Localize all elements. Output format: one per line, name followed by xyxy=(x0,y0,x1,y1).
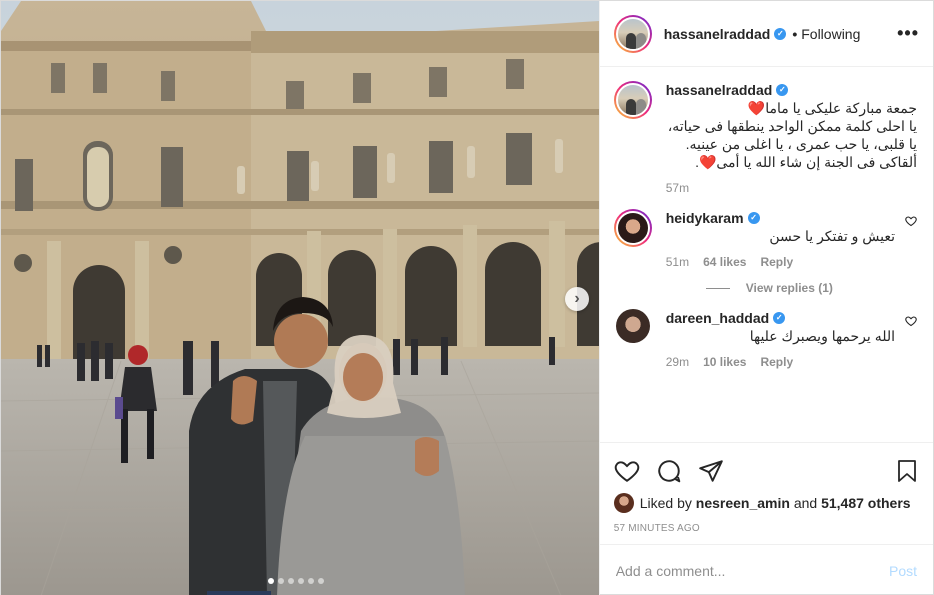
comment-item: dareen_haddad ✓ الله يرحمها ويصبرك عليها … xyxy=(614,309,917,369)
comments-list[interactable]: hassanelraddad ✓ جمعة مباركة عليكى يا مام… xyxy=(600,67,933,442)
comment-reply-button[interactable]: Reply xyxy=(760,255,793,269)
comment-like-heart-icon[interactable] xyxy=(905,215,917,227)
commenter-avatar[interactable] xyxy=(613,209,652,247)
separator-dot: • xyxy=(792,25,798,42)
liker-username[interactable]: nesreen_amin xyxy=(696,495,790,511)
carousel-dots xyxy=(1,578,599,584)
caption-meta: 57m xyxy=(666,181,917,195)
carousel-next-button[interactable]: › xyxy=(565,287,589,311)
caption-time[interactable]: 57m xyxy=(666,181,689,195)
post-photo[interactable]: › xyxy=(1,1,599,595)
post-comment-button[interactable]: Post xyxy=(889,563,917,579)
liker-avatar[interactable] xyxy=(613,493,634,513)
comment-likes[interactable]: 64 likes xyxy=(703,255,746,269)
following-button[interactable]: Following xyxy=(801,26,860,42)
comment-reply-button[interactable]: Reply xyxy=(760,355,793,369)
instagram-post: › hassanelraddad ✓ • Following ••• hassa… xyxy=(0,0,934,595)
liked-and-label: and xyxy=(793,495,818,511)
action-icons xyxy=(614,451,919,491)
liked-by-row: Liked by nesreen_amin and 51,487 others xyxy=(613,493,919,513)
comment-likes[interactable]: 10 likes xyxy=(703,355,746,369)
view-replies-button[interactable]: View replies (1) xyxy=(705,281,917,295)
verified-badge-icon: ✓ xyxy=(747,212,760,224)
comment-meta: 29m 10 likes Reply xyxy=(666,355,895,369)
comment-text: الله يرحمها ويصبرك عليها xyxy=(749,328,895,344)
comment-text: تعيش و تفتكر يا حسن xyxy=(769,228,895,244)
verified-badge-icon: ✓ xyxy=(774,27,787,40)
carousel-dot xyxy=(277,578,284,584)
author-avatar[interactable] xyxy=(613,14,652,53)
share-paper-plane-icon[interactable] xyxy=(698,458,724,484)
post-timestamp[interactable]: 57 MINUTES AGO xyxy=(614,523,919,534)
author-username[interactable]: hassanelraddad xyxy=(664,26,771,42)
commenter-avatar[interactable] xyxy=(615,309,650,343)
caption-author-avatar[interactable] xyxy=(613,81,652,119)
caption-text: جمعة مباركة عليكى يا ماما❤️ يا احلى كلمة… xyxy=(667,100,917,170)
caption-username[interactable]: hassanelraddad ✓ xyxy=(666,81,789,99)
comment-bubble-icon[interactable] xyxy=(656,458,682,484)
post-header: hassanelraddad ✓ • Following ••• xyxy=(599,1,933,67)
louvre-photo xyxy=(1,1,599,595)
carousel-dot xyxy=(267,578,274,584)
carousel-dot xyxy=(317,578,324,584)
add-comment-bar: Post xyxy=(599,544,933,595)
liked-by-label: Liked by xyxy=(639,495,692,511)
like-heart-icon[interactable] xyxy=(614,458,640,484)
more-options-icon[interactable]: ••• xyxy=(897,23,919,44)
verified-badge-icon: ✓ xyxy=(773,312,786,324)
add-comment-input[interactable] xyxy=(615,562,889,579)
comment-meta: 51m 64 likes Reply xyxy=(666,255,895,269)
carousel-dot xyxy=(307,578,314,584)
save-bookmark-icon[interactable] xyxy=(895,458,919,484)
post-actions: Liked by nesreen_amin and 51,487 others … xyxy=(599,442,933,544)
comment-item: heidykaram ✓ تعيش و تفتكر يا حسن 51m 64 l… xyxy=(613,209,917,269)
comment-username[interactable]: dareen_haddad ✓ xyxy=(666,309,786,327)
post-side-panel: hassanelraddad ✓ • Following ••• hassane xyxy=(598,1,933,595)
comment-time[interactable]: 29m xyxy=(666,355,689,369)
comment-like-heart-icon[interactable] xyxy=(905,315,917,327)
author-username-block: hassanelraddad ✓ • Following xyxy=(664,26,861,42)
likes-count-button[interactable]: 51,487 others xyxy=(821,495,911,511)
verified-badge-icon: ✓ xyxy=(776,84,789,96)
caption-entry: hassanelraddad ✓ جمعة مباركة عليكى يا مام… xyxy=(613,81,917,195)
comment-time[interactable]: 51m xyxy=(666,255,689,269)
carousel-dot xyxy=(287,578,294,584)
comment-username[interactable]: heidykaram ✓ xyxy=(666,209,760,227)
carousel-dot xyxy=(297,578,304,584)
